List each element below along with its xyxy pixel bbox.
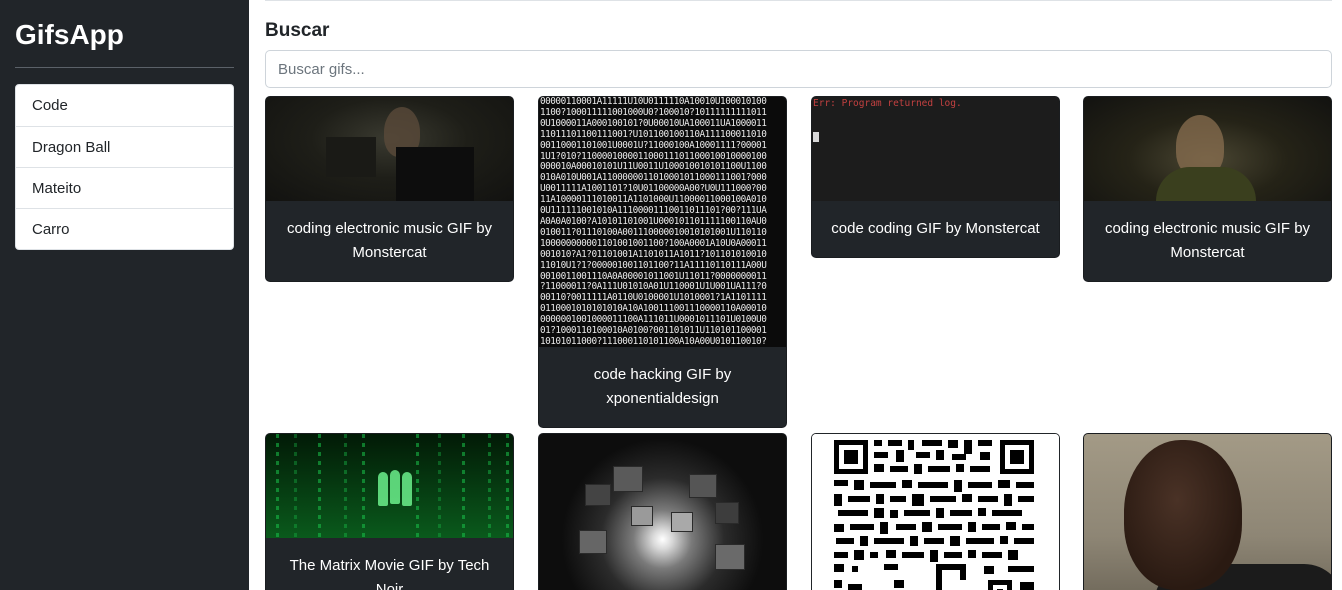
qr-code-image xyxy=(834,440,1034,590)
history-item-carro[interactable]: Carro xyxy=(16,208,233,249)
search-title: Buscar xyxy=(265,20,330,41)
gif-card[interactable]: coding electronic music GIF by Monsterca… xyxy=(1083,96,1332,282)
gif-image[interactable]: Err: Program returned log. xyxy=(812,97,1059,201)
terminal-cursor xyxy=(813,132,819,142)
gif-title: code hacking GIF by xponentialdesign xyxy=(593,366,732,407)
gif-card[interactable]: 00000110001A11111U10U0111110A10010U10001… xyxy=(538,96,787,428)
search-input[interactable] xyxy=(265,50,1332,88)
gif-grid: coding electronic music GIF by Monsterca… xyxy=(265,96,1332,590)
search-history-list: Code Dragon Ball Mateito Carro xyxy=(15,84,234,250)
gif-title: coding electronic music GIF by Monsterca… xyxy=(286,220,493,261)
gif-title: coding electronic music GIF by Monsterca… xyxy=(1104,220,1311,261)
gif-card[interactable] xyxy=(538,433,787,590)
gif-card[interactable]: The Matrix Movie GIF by Tech Noir xyxy=(265,433,514,590)
gif-title: The Matrix Movie GIF by Tech Noir xyxy=(289,557,490,590)
sidebar: GifsApp Code Dragon Ball Mateito Carro xyxy=(0,0,249,590)
app-brand: GifsApp xyxy=(15,19,124,50)
sidebar-divider xyxy=(15,67,234,68)
gif-image[interactable] xyxy=(1084,434,1331,590)
gif-image[interactable] xyxy=(539,434,786,590)
history-item-dragon-ball[interactable]: Dragon Ball xyxy=(16,126,233,167)
terminal-error-text: Err: Program returned log. xyxy=(813,98,962,109)
history-item-mateito[interactable]: Mateito xyxy=(16,167,233,208)
gif-title: code coding GIF by Monstercat xyxy=(831,220,1040,237)
gif-card[interactable]: coding electronic music GIF by Monsterca… xyxy=(265,96,514,282)
gif-image[interactable] xyxy=(1084,97,1331,201)
gif-image[interactable]: 00000110001A11111U10U0111110A10010U10001… xyxy=(539,97,786,347)
gif-card[interactable] xyxy=(1083,433,1332,590)
main-content: Buscar coding electronic music GIF by Mo… xyxy=(265,0,1332,590)
gif-image[interactable] xyxy=(812,434,1059,590)
gif-image[interactable] xyxy=(266,434,513,538)
history-item-code[interactable]: Code xyxy=(16,85,233,126)
gif-image[interactable] xyxy=(266,97,513,201)
gif-card[interactable]: Err: Program returned log. code coding G… xyxy=(811,96,1060,258)
gif-card[interactable] xyxy=(811,433,1060,590)
